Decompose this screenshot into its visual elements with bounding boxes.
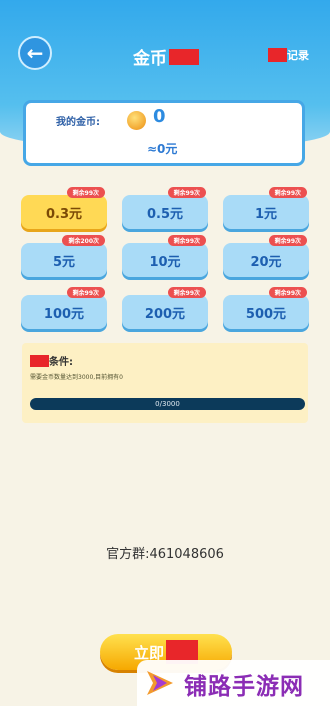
condition-title: 条件: (49, 357, 73, 368)
coin-count: 0 (153, 106, 166, 127)
remaining-badge: 剩余99次 (268, 187, 307, 198)
remaining-badge: 剩余99次 (66, 287, 105, 298)
withdraw-option[interactable]: 剩余99次 200元 (122, 287, 208, 329)
balance-card: 我的金币: 0 ≈0元 (23, 100, 305, 166)
remaining-badge: 剩余99次 (167, 187, 206, 198)
record-label: 记录 (287, 49, 309, 62)
condition-heading: 条件: (30, 353, 73, 368)
remaining-badge: 剩余99次 (167, 287, 206, 298)
coin-icon (127, 111, 146, 130)
option-amount: 0.3元 (45, 206, 83, 222)
watermark-text: 铺路手游网 (184, 674, 304, 700)
balance-label: 我的金币: (56, 117, 100, 128)
option-amount: 10元 (149, 254, 181, 270)
option-amount: 200元 (144, 306, 186, 322)
cash-equivalent: ≈0元 (147, 142, 178, 156)
page-title-text: 金币 (133, 49, 167, 69)
option-amount: 0.5元 (146, 206, 184, 222)
option-amount: 1元 (254, 206, 278, 222)
condition-description: 需要金币数量达到3000,目前拥有0 (30, 374, 123, 381)
withdraw-option[interactable]: 剩余99次 500元 (223, 287, 309, 329)
option-amount: 100元 (43, 306, 85, 322)
withdraw-option[interactable]: 剩余200次 5元 (21, 235, 107, 277)
withdraw-option[interactable]: 剩余99次 10元 (122, 235, 208, 277)
coin-progress-bar: 0/3000 (30, 398, 305, 410)
redaction-block (268, 48, 287, 62)
withdraw-option[interactable]: 剩余99次 1元 (223, 187, 309, 229)
back-button[interactable]: ← (18, 36, 52, 70)
redaction-block (169, 48, 199, 65)
remaining-badge: 剩余99次 (268, 235, 307, 246)
withdraw-option[interactable]: 剩余99次 100元 (21, 287, 107, 329)
remaining-badge: 剩余99次 (167, 235, 206, 246)
withdraw-condition-panel: 条件: 需要金币数量达到3000,目前拥有0 0/3000 (22, 343, 308, 423)
official-group-number: 官方群:461048606 (106, 547, 224, 562)
arrow-left-icon: ← (26, 41, 44, 65)
withdraw-option[interactable]: 剩余99次 0.5元 (122, 187, 208, 229)
redaction-block (30, 354, 49, 367)
withdraw-option[interactable]: 剩余99次 0.3元 (21, 187, 107, 229)
remaining-badge: 剩余200次 (62, 235, 105, 246)
page-title: 金币 (133, 44, 199, 69)
option-amount: 20元 (250, 254, 282, 270)
progress-text: 0/3000 (155, 400, 180, 408)
withdraw-option[interactable]: 剩余99次 20元 (223, 235, 309, 277)
site-watermark: 铺路手游网 (137, 660, 330, 706)
option-amount: 500元 (245, 306, 287, 322)
record-link[interactable]: 记录 (268, 47, 309, 63)
option-amount: 5元 (52, 254, 76, 270)
remaining-badge: 剩余99次 (66, 187, 105, 198)
site-logo-icon (147, 671, 173, 695)
remaining-badge: 剩余99次 (268, 287, 307, 298)
